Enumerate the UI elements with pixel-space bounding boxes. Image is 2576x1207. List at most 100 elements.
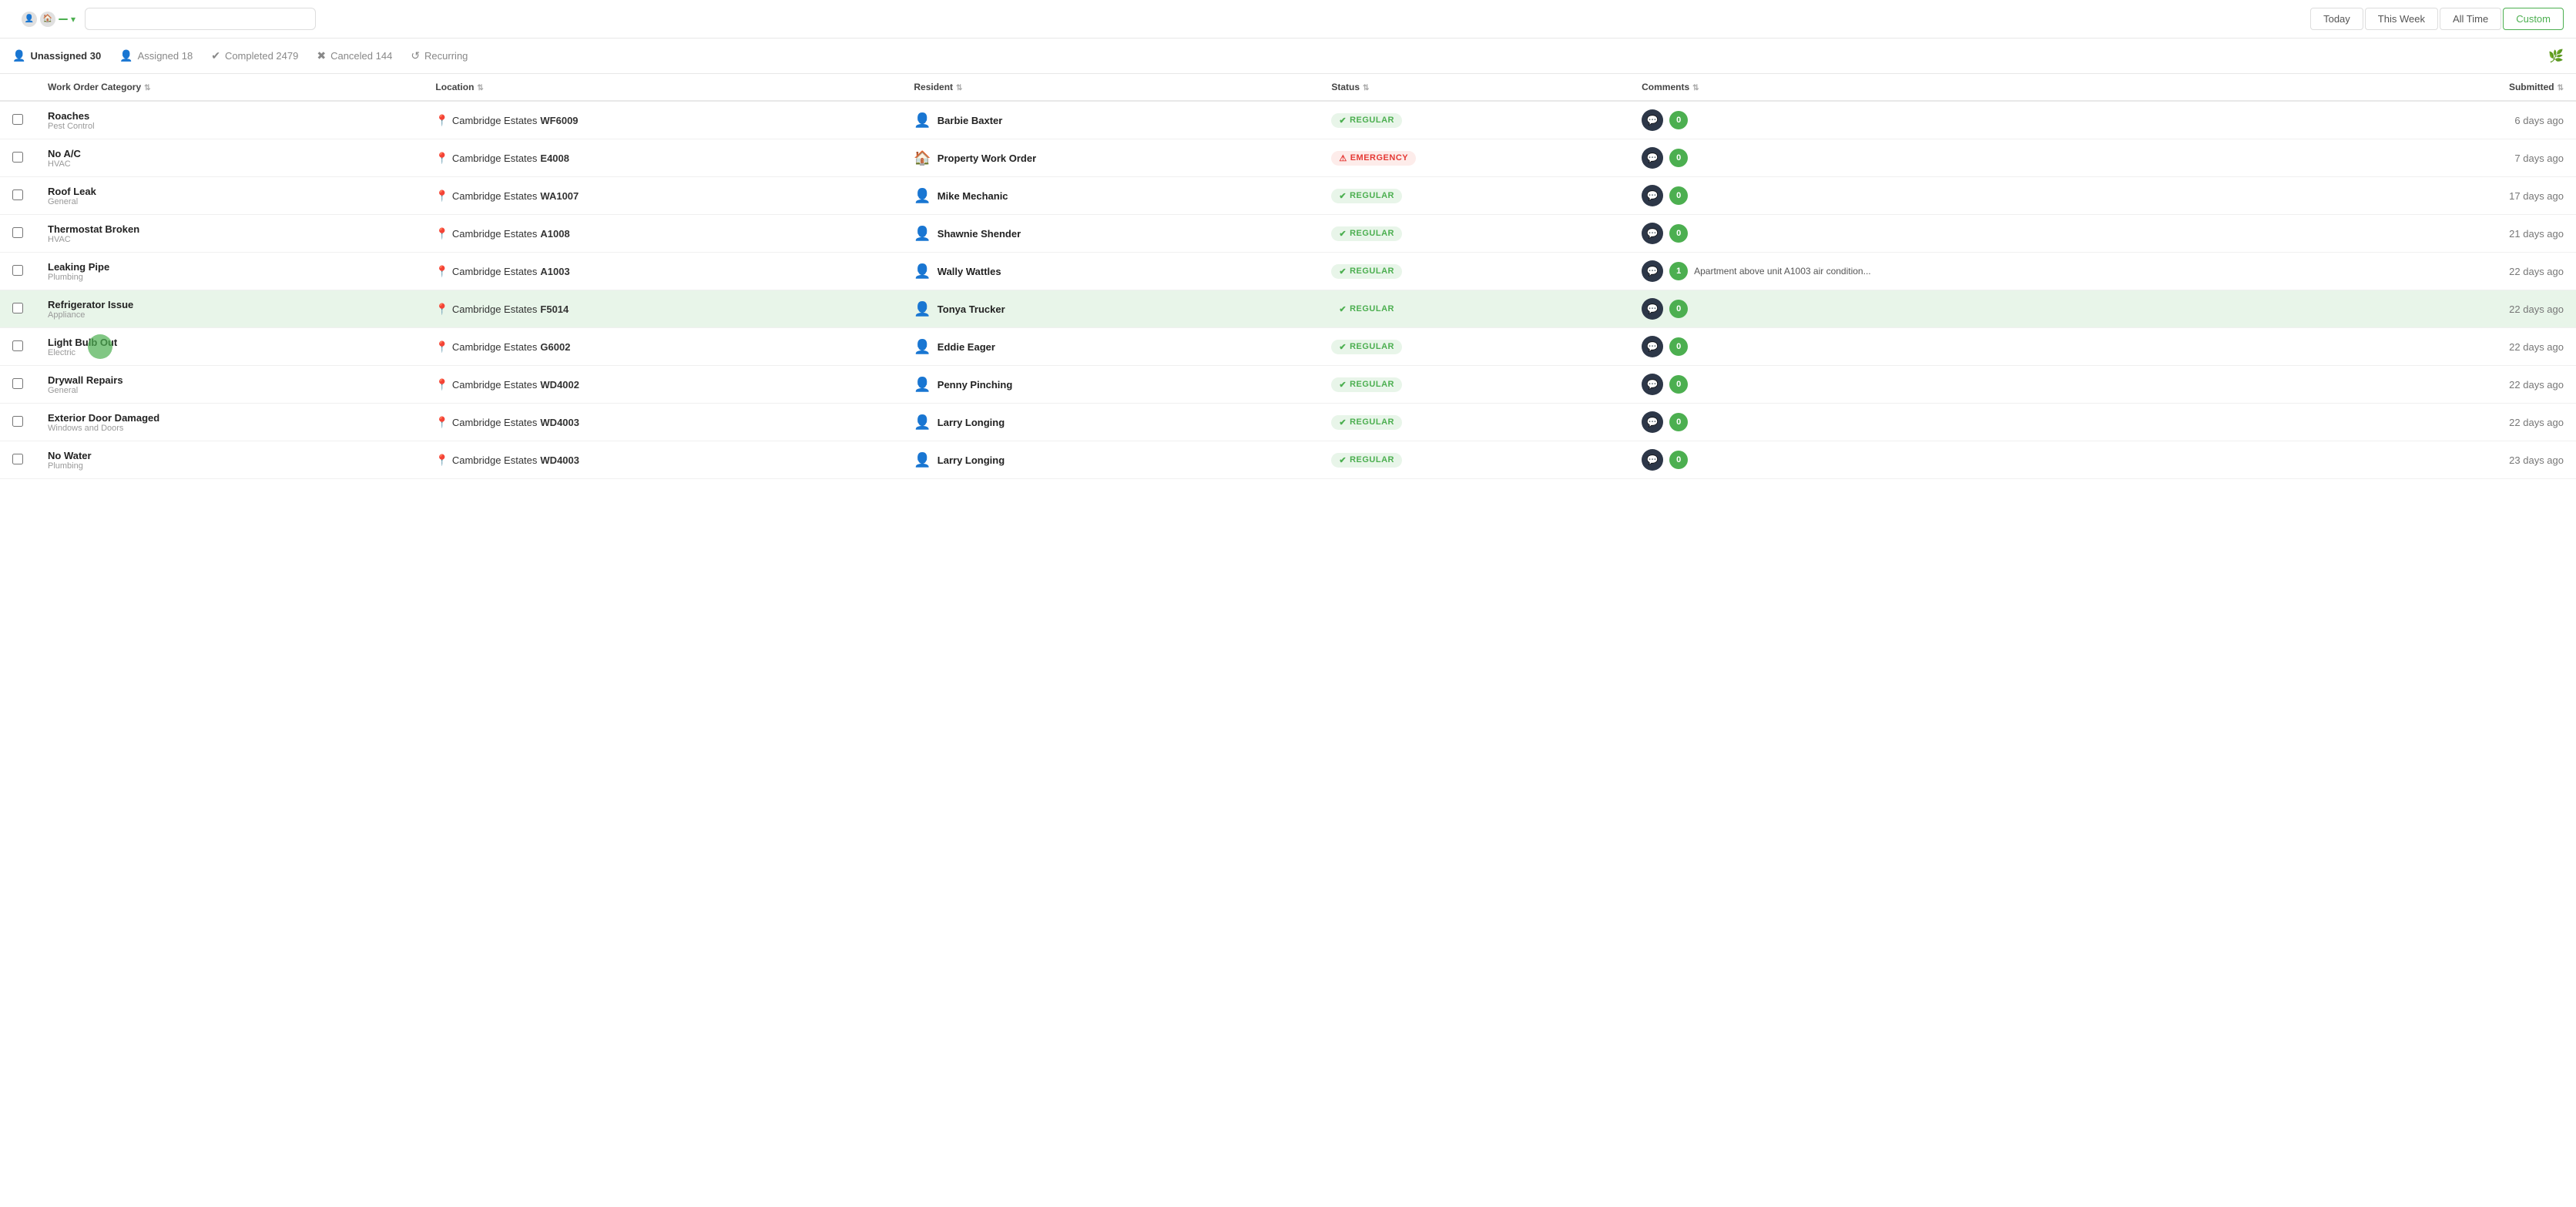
row-checkbox-3[interactable] [12, 227, 23, 238]
table-body: RoachesPest Control📍Cambridge EstatesWF6… [0, 101, 2576, 479]
status-icon: ✔ [1339, 342, 1347, 352]
row-checkbox-6[interactable] [12, 340, 23, 351]
status-cell: ✔REGULAR [1319, 404, 1629, 441]
status-tab-1[interactable]: 👤Assigned 18 [119, 46, 193, 65]
tab-icon-4: ↺ [411, 49, 420, 62]
category-sub: Pest Control [48, 122, 411, 131]
category-cell: No WaterPlumbing [35, 441, 423, 479]
status-tab-0[interactable]: 👤Unassigned 30 [12, 46, 101, 65]
location-unit: WA1007 [540, 190, 579, 202]
location-unit: A1008 [540, 228, 569, 240]
row-checkbox-9[interactable] [12, 454, 23, 464]
location-cell: 📍Cambridge EstatesG6002 [423, 328, 901, 366]
comment-count: 1 [1669, 262, 1688, 280]
comments-cell: 💬 0 [1629, 215, 2350, 253]
table-row[interactable]: Thermostat BrokenHVAC📍Cambridge EstatesA… [0, 215, 2576, 253]
row-checkbox-0[interactable] [12, 114, 23, 125]
status-cell: ✔REGULAR [1319, 328, 1629, 366]
table-row[interactable]: RoachesPest Control📍Cambridge EstatesWF6… [0, 101, 2576, 139]
location-pin-icon: 📍 [435, 265, 448, 278]
table-row[interactable]: Light Bulb OutElectric📍Cambridge Estates… [0, 328, 2576, 366]
col-4[interactable]: Comments⇅ [1629, 74, 2350, 101]
resident-cell: 👤Wally Wattles [901, 253, 1319, 290]
location-pin-icon: 📍 [435, 454, 448, 467]
row-checkbox-2[interactable] [12, 189, 23, 200]
table-row[interactable]: Exterior Door DamagedWindows and Doors📍C… [0, 404, 2576, 441]
time-btn-today[interactable]: Today [2310, 8, 2363, 30]
status-badge: ✔REGULAR [1331, 340, 1402, 354]
status-tab-4[interactable]: ↺Recurring [411, 46, 468, 65]
property-dropdown-arrow[interactable]: ▾ [71, 14, 75, 25]
property-icon-1: 👤 [22, 12, 37, 27]
table-row[interactable]: Refrigerator IssueAppliance📍Cambridge Es… [0, 290, 2576, 328]
comments-cell: 💬 0 [1629, 177, 2350, 215]
resident-name: Penny Pinching [937, 379, 1013, 391]
row-checkbox-5[interactable] [12, 303, 23, 313]
status-badge: ⚠EMERGENCY [1331, 151, 1416, 166]
person-icon: 👤 [914, 414, 931, 431]
category-cell: Refrigerator IssueAppliance [35, 290, 423, 328]
category-cell: No A/CHVAC [35, 139, 423, 177]
comment-bubble-icon: 💬 [1642, 185, 1663, 206]
table-header: Work Order Category⇅Location⇅Resident⇅St… [0, 74, 2576, 101]
sort-arrows-1: ⇅ [477, 84, 483, 92]
location-base: Cambridge Estates [452, 379, 538, 391]
col-0[interactable]: Work Order Category⇅ [35, 74, 423, 101]
resident-name: Wally Wattles [937, 266, 1001, 277]
sort-arrows-4: ⇅ [1692, 84, 1699, 92]
work-orders-table-container: Work Order Category⇅Location⇅Resident⇅St… [0, 74, 2576, 479]
export-button[interactable]: 🌿 [2544, 49, 2564, 64]
category-sub: Plumbing [48, 461, 411, 471]
time-filter-group: TodayThis WeekAll TimeCustom [2310, 8, 2564, 30]
comments-cell: 💬 0 [1629, 290, 2350, 328]
table-row[interactable]: No WaterPlumbing📍Cambridge EstatesWD4003… [0, 441, 2576, 479]
status-tab-2[interactable]: ✔Completed 2479 [211, 46, 298, 65]
col-5[interactable]: Submitted⇅ [2350, 74, 2576, 101]
category-name: Roaches [48, 110, 411, 122]
status-badge: ✔REGULAR [1331, 453, 1402, 468]
col-2[interactable]: Resident⇅ [901, 74, 1319, 101]
category-sub: Plumbing [48, 273, 411, 282]
comment-bubble-icon: 💬 [1642, 411, 1663, 433]
col-3[interactable]: Status⇅ [1319, 74, 1629, 101]
row-checkbox-7[interactable] [12, 378, 23, 389]
location-base: Cambridge Estates [452, 228, 538, 240]
submitted-cell: 22 days ago [2350, 404, 2576, 441]
comment-bubble-icon: 💬 [1642, 449, 1663, 471]
comment-bubble-icon: 💬 [1642, 147, 1663, 169]
comment-bubble-icon: 💬 [1642, 260, 1663, 282]
category-cell: Drywall RepairsGeneral [35, 366, 423, 404]
table-row[interactable]: Leaking PipePlumbing📍Cambridge EstatesA1… [0, 253, 2576, 290]
row-checkbox-1[interactable] [12, 152, 23, 163]
table-row[interactable]: Roof LeakGeneral📍Cambridge EstatesWA1007… [0, 177, 2576, 215]
submitted-cell: 22 days ago [2350, 366, 2576, 404]
location-pin-icon: 📍 [435, 114, 448, 127]
status-icon: ✔ [1339, 116, 1347, 126]
comments-cell: 💬 1Apartment above unit A1003 air condit… [1629, 253, 2350, 290]
category-name: Roof Leak [48, 186, 411, 197]
sort-arrows-0: ⇅ [144, 84, 150, 92]
row-checkbox-8[interactable] [12, 416, 23, 427]
tab-label-0: Unassigned 30 [30, 50, 101, 62]
submitted-cell: 22 days ago [2350, 328, 2576, 366]
col-1[interactable]: Location⇅ [423, 74, 901, 101]
resident-name: Eddie Eager [937, 341, 995, 353]
row-checkbox-4[interactable] [12, 265, 23, 276]
status-tab-3[interactable]: ✖Canceled 144 [317, 46, 392, 65]
status-icon: ⚠ [1339, 153, 1347, 163]
category-sub: HVAC [48, 235, 411, 244]
time-btn-custom[interactable]: Custom [2503, 8, 2564, 30]
location-unit: WD4003 [540, 417, 579, 428]
table-row[interactable]: No A/CHVAC📍Cambridge EstatesE4008🏠Proper… [0, 139, 2576, 177]
status-cell: ✔REGULAR [1319, 101, 1629, 139]
person-icon: 👤 [914, 339, 931, 355]
table-row[interactable]: Drywall RepairsGeneral📍Cambridge Estates… [0, 366, 2576, 404]
location-unit: WD4003 [540, 454, 579, 466]
person-icon: 👤 [914, 377, 931, 393]
time-btn-all-time[interactable]: All Time [2440, 8, 2501, 30]
location-cell: 📍Cambridge EstatesWA1007 [423, 177, 901, 215]
category-name: Leaking Pipe [48, 261, 411, 273]
time-btn-this-week[interactable]: This Week [2365, 8, 2438, 30]
location-cell: 📍Cambridge EstatesF5014 [423, 290, 901, 328]
search-input[interactable] [101, 13, 306, 25]
